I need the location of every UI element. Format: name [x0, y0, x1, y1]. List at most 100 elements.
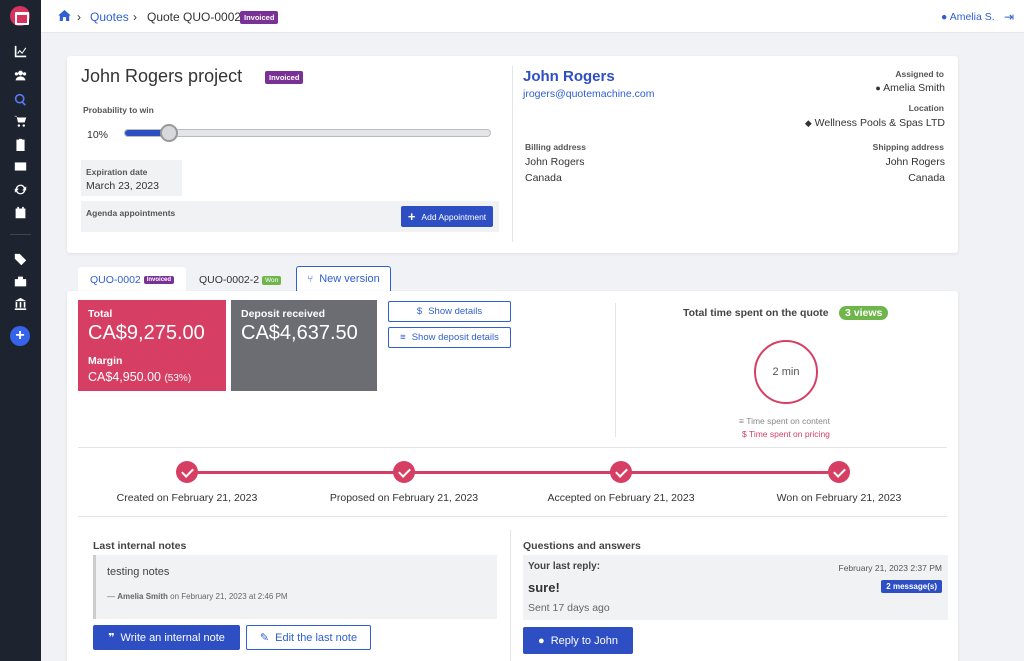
last-reply-label: Your last reply:: [528, 561, 601, 572]
chart-icon[interactable]: [11, 44, 29, 58]
time-title: Total time spent on the quote: [683, 307, 829, 319]
dollar-icon: $: [742, 429, 747, 439]
sidebar: +: [0, 0, 41, 661]
user-menu[interactable]: ● Amelia S.: [941, 11, 995, 23]
deposit-value: CA$4,637.50: [241, 322, 358, 344]
timeline-created: Created on February 21, 2023: [116, 492, 258, 504]
message-count-badge: 2 message(s): [881, 580, 942, 593]
add-appointment-button[interactable]: + Add Appointment: [401, 206, 493, 227]
quote-icon: ❞: [108, 632, 115, 644]
note-text: testing notes: [107, 566, 170, 578]
probability-slider[interactable]: [124, 124, 491, 142]
agenda-label: Agenda appointments: [86, 208, 176, 218]
dollar-icon: $: [416, 306, 423, 317]
user-icon: ●: [941, 11, 948, 23]
shipping-label: Shipping address: [872, 142, 944, 152]
status-badge: Invoiced: [240, 11, 279, 24]
chevron-right-icon: ›: [133, 10, 137, 24]
timeline-won: Won on February 21, 2023: [776, 492, 902, 504]
chevron-right-icon: ›: [77, 10, 81, 24]
check-icon: [610, 461, 632, 483]
billing-country: Canada: [525, 172, 562, 184]
branch-icon: ⑂: [307, 273, 314, 285]
location-value: ◆ Wellness Pools & Spas LTD: [804, 117, 945, 129]
comment-icon: ●: [538, 634, 545, 647]
billing-name: John Rogers: [525, 156, 585, 168]
tags-icon[interactable]: [11, 252, 29, 266]
client-name[interactable]: John Rogers: [523, 68, 615, 85]
new-version-button[interactable]: ⑂ New version: [296, 266, 391, 291]
show-details-button[interactable]: $ Show details: [388, 301, 511, 322]
logo-icon[interactable]: [10, 6, 30, 26]
breadcrumb-quotes[interactable]: Quotes: [90, 10, 129, 24]
probability-value: 10%: [87, 129, 109, 141]
legend-content: ≡ Time spent on content: [739, 416, 830, 426]
write-note-button[interactable]: ❞ Write an internal note: [93, 625, 240, 650]
time-ring: 2 min: [754, 340, 818, 404]
check-icon: [828, 461, 850, 483]
plus-icon: +: [407, 209, 416, 224]
users-icon[interactable]: [11, 68, 29, 82]
total-card: Total CA$9,275.00 Margin CA$4,950.00 (53…: [78, 300, 226, 391]
briefcase-icon[interactable]: [11, 274, 29, 288]
calendar-icon[interactable]: [11, 205, 29, 219]
divider: [510, 530, 511, 661]
reply-timestamp: February 21, 2023 2:37 PM: [838, 563, 942, 573]
bank-icon[interactable]: [11, 296, 29, 310]
tab-quo-0002[interactable]: QUO-0002 Invoiced: [78, 267, 186, 292]
quotes-icon[interactable]: [11, 92, 29, 106]
shipping-name: John Rogers: [885, 156, 945, 168]
coins-icon: ≡: [400, 332, 406, 343]
list-icon: ≡: [739, 416, 744, 426]
cart-icon[interactable]: [11, 114, 29, 128]
project-title: John Rogers project: [81, 66, 243, 86]
assigned-label: Assigned to: [895, 69, 944, 79]
time-minutes: 2 min: [772, 366, 800, 378]
expiration-value: March 23, 2023: [86, 180, 159, 192]
assigned-value: ● Amelia Smith: [875, 82, 945, 94]
views-badge: 3 views: [839, 306, 889, 320]
qa-title: Questions and answers: [523, 540, 641, 552]
divider: [78, 447, 947, 448]
show-deposit-details-button[interactable]: ≡ Show deposit details: [388, 327, 511, 348]
edit-note-button[interactable]: ✎ Edit the last note: [246, 625, 371, 650]
note-meta: — Amelia Smith on February 21, 2023 at 2…: [107, 592, 288, 601]
sidebar-divider: [10, 234, 31, 235]
billing-label: Billing address: [525, 142, 586, 152]
slider-thumb[interactable]: [159, 124, 178, 142]
user-name: Amelia S.: [949, 11, 995, 23]
check-icon: [176, 461, 198, 483]
agenda-box: Agenda appointments + Add Appointment: [81, 201, 499, 232]
sync-icon[interactable]: [11, 182, 29, 196]
location-label: Location: [908, 103, 944, 113]
reply-button[interactable]: ● Reply to John: [523, 627, 633, 654]
project-card: John Rogers project Invoiced Probability…: [67, 56, 958, 253]
logout-icon[interactable]: ⇥: [1004, 10, 1014, 24]
timeline-proposed: Proposed on February 21, 2023: [329, 492, 479, 504]
timeline-connector: [197, 471, 394, 474]
margin-label: Margin: [88, 355, 123, 367]
divider: [78, 516, 947, 517]
deposit-label: Deposit received: [241, 308, 326, 320]
divider: [512, 66, 513, 242]
notes-title: Last internal notes: [93, 540, 187, 552]
expiration-box: Expiration date March 23, 2023: [81, 160, 182, 196]
id-card-icon[interactable]: [11, 159, 29, 173]
total-label: Total: [88, 308, 113, 320]
clipboard-icon[interactable]: [11, 137, 29, 151]
home-icon[interactable]: [58, 10, 71, 24]
timeline-connector: [631, 471, 828, 474]
probability-label: Probability to win: [83, 105, 154, 115]
timeline-accepted: Accepted on February 21, 2023: [547, 492, 695, 504]
add-icon[interactable]: +: [10, 326, 30, 346]
tab-quo-0002-2[interactable]: QUO-0002-2 Won: [199, 274, 282, 286]
map-marker-icon: ◆: [804, 118, 812, 128]
divider: [615, 303, 616, 437]
reply-block: Your last reply: February 21, 2023 2:37 …: [523, 555, 948, 620]
reply-sent: Sent 17 days ago: [528, 602, 610, 614]
breadcrumb-current: Quote QUO-0002: [147, 10, 242, 24]
check-icon: [393, 461, 415, 483]
total-value: CA$9,275.00: [88, 322, 205, 344]
client-email[interactable]: jrogers@quotemachine.com: [523, 88, 654, 100]
legend-pricing: $ Time spent on pricing: [742, 429, 830, 439]
